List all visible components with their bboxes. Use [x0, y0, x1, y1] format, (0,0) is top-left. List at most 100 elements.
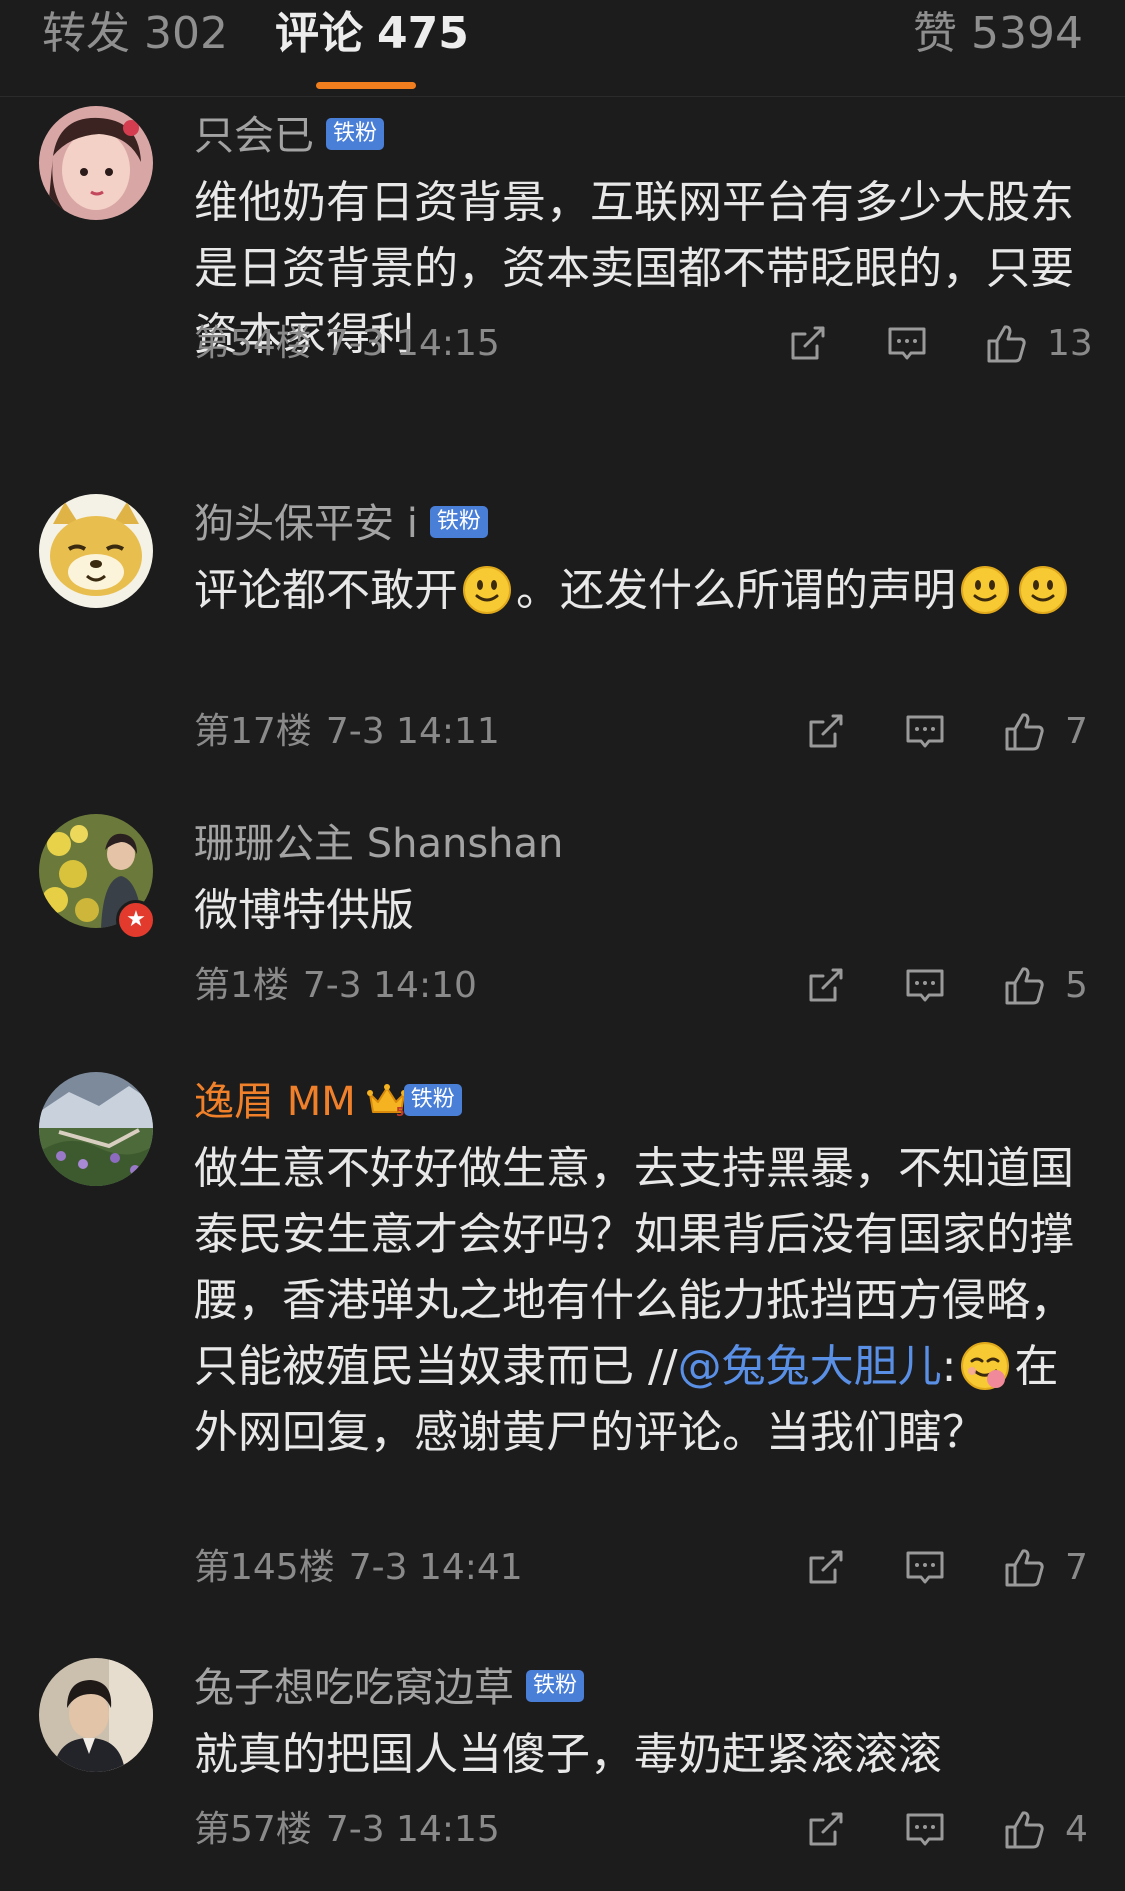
tab-bar: 转发 302 评论 475 赞 5394 — [0, 0, 1125, 97]
comments-page: 转发 302 评论 475 赞 5394 只会已 铁粉 维他奶有日资背景，互联网… — [0, 0, 1125, 1891]
comment-time: 7-3 14:15 — [325, 323, 500, 364]
username[interactable]: 逸眉 MM 5 铁粉 — [194, 1076, 462, 1128]
comment-icon — [906, 715, 944, 748]
share-button[interactable] — [803, 1805, 847, 1855]
floor-number: 第54楼 — [194, 323, 312, 364]
comment-item: 只会已 铁粉 维他奶有日资背景，互联网平台有多少大股东是日资背景的，资本卖国都不带… — [0, 106, 1125, 436]
avatar-image — [39, 1658, 153, 1772]
avatar[interactable] — [39, 106, 153, 220]
username-text: 珊珊公主 Shanshan — [194, 821, 564, 867]
like-count: 13 — [1047, 323, 1093, 364]
like-button[interactable]: 13 — [985, 319, 1093, 369]
avatar-image — [39, 494, 153, 608]
smile-emoji-icon — [1018, 565, 1068, 615]
comment-text-part: 评论都不敢开 — [194, 565, 458, 616]
comment-meta: 第17楼 7-3 14:11 — [194, 710, 500, 754]
comment-time: 7-3 14:11 — [325, 711, 500, 752]
reply-button[interactable] — [903, 1805, 947, 1855]
floor-number: 第57楼 — [194, 1809, 312, 1850]
username-text: 狗头保平安 i — [194, 501, 418, 547]
comment-text-part: 。还发什么所谓的声明 — [516, 565, 956, 616]
like-button[interactable]: 4 — [1003, 1805, 1088, 1855]
thumbs-up-icon — [1005, 967, 1044, 1005]
fan-badge: 铁粉 — [429, 506, 488, 538]
share-button[interactable] — [803, 961, 847, 1011]
thumbs-up-icon — [1005, 713, 1044, 751]
thumbs-up-icon — [987, 325, 1026, 363]
thumbs-up-icon — [1005, 1549, 1044, 1587]
tab-comments[interactable]: 评论 475 — [275, 6, 469, 62]
tab-comments-count: 475 — [377, 8, 469, 59]
share-button[interactable] — [785, 319, 829, 369]
fan-badge: 铁粉 — [403, 1084, 462, 1116]
comment-meta: 第54楼 7-3 14:15 — [194, 322, 500, 366]
avatar[interactable] — [39, 1658, 153, 1772]
comment-item: 逸眉 MM 5 铁粉 做生意不好好做生意，去支持黑暴，不知道国泰民安生意才会好吗？如… — [0, 1072, 1125, 1602]
like-count: 4 — [1065, 1809, 1088, 1850]
smirk-emoji-icon — [960, 1341, 1010, 1391]
username[interactable]: 珊珊公主 Shanshan — [194, 818, 563, 870]
comment-meta: 第145楼 7-3 14:41 — [194, 1546, 523, 1590]
comment-text: 微博特供版 — [194, 885, 414, 936]
avatar-image — [39, 106, 153, 220]
reply-button[interactable] — [885, 319, 929, 369]
avatar[interactable] — [39, 1072, 153, 1186]
username[interactable]: 只会已 铁粉 — [194, 110, 385, 162]
comment-actions: 7 — [803, 707, 1088, 757]
share-icon — [809, 968, 843, 1002]
tab-forward-label: 转发 — [42, 8, 130, 59]
like-count: 7 — [1065, 711, 1088, 752]
active-tab-indicator — [316, 82, 416, 89]
like-count: 7 — [1065, 1547, 1088, 1588]
comment-text: 就真的把国人当傻子，毒奶赶紧滚滚滚 — [194, 1729, 942, 1780]
comment-icon — [906, 1551, 944, 1584]
share-icon — [809, 1550, 843, 1584]
like-count: 5 — [1065, 965, 1088, 1006]
avatar[interactable] — [39, 494, 153, 608]
username[interactable]: 狗头保平安 i 铁粉 — [194, 498, 488, 550]
comment-item: 兔子想吃吃窝边草 铁粉 就真的把国人当傻子，毒奶赶紧滚滚滚 第57楼 7-3 14:… — [0, 1658, 1125, 1858]
username-text: 只会已 — [194, 113, 314, 159]
username-text: 兔子想吃吃窝边草 — [194, 1665, 514, 1711]
like-button[interactable]: 7 — [1003, 1543, 1088, 1593]
comment-actions: 7 — [803, 1543, 1088, 1593]
like-button[interactable]: 7 — [1003, 707, 1088, 757]
share-button[interactable] — [803, 707, 847, 757]
comment-time: 7-3 14:15 — [325, 1809, 500, 1850]
comment-item: ★ 珊珊公主 Shanshan 微博特供版 第1楼 7-3 14:10 5 — [0, 814, 1125, 1014]
share-icon — [809, 714, 843, 748]
vip-crown-icon: 5 — [366, 1081, 408, 1119]
verified-badge-icon: ★ — [116, 900, 156, 940]
comment-icon — [906, 1813, 944, 1846]
username-text: 逸眉 MM — [194, 1079, 356, 1125]
comment-meta: 第57楼 7-3 14:15 — [194, 1808, 500, 1852]
floor-number: 第17楼 — [194, 711, 312, 752]
tab-likes-label: 赞 — [913, 8, 958, 59]
share-button[interactable] — [803, 1543, 847, 1593]
like-button[interactable]: 5 — [1003, 961, 1088, 1011]
smile-emoji-icon — [960, 565, 1010, 615]
smile-emoji-icon — [462, 565, 512, 615]
tab-forward[interactable]: 转发 302 — [42, 6, 228, 62]
reply-button[interactable] — [903, 961, 947, 1011]
comment-actions: 4 — [803, 1805, 1088, 1855]
share-icon — [791, 326, 825, 360]
comment-item: 狗头保平安 i 铁粉 评论都不敢开 。还发什么所谓的声明 第17楼 7-3 14:11… — [0, 494, 1125, 754]
comment-time: 7-3 14:41 — [348, 1547, 523, 1588]
mention-link[interactable]: @兔兔大胆儿 — [678, 1341, 942, 1392]
username[interactable]: 兔子想吃吃窝边草 铁粉 — [194, 1662, 585, 1714]
reply-button[interactable] — [903, 707, 947, 757]
share-icon — [809, 1812, 843, 1846]
avatar-image — [39, 1072, 153, 1186]
comment-text: 做生意不好好做生意，去支持黑暴，不知道国泰民安生意才会好吗？如果背后没有国家的撑… — [194, 1136, 1074, 1466]
floor-number: 第145楼 — [194, 1547, 335, 1588]
tab-comments-label: 评论 — [275, 8, 363, 59]
floor-number: 第1楼 — [194, 965, 289, 1006]
vip-level-text: 5 — [396, 1105, 404, 1119]
reply-button[interactable] — [903, 1543, 947, 1593]
fan-badge: 铁粉 — [326, 118, 385, 150]
comment-time: 7-3 14:10 — [302, 965, 477, 1006]
tab-likes[interactable]: 赞 5394 — [913, 6, 1083, 62]
comment-icon — [888, 327, 926, 360]
comment-text: 评论都不敢开 。还发什么所谓的声明 — [194, 558, 1074, 624]
